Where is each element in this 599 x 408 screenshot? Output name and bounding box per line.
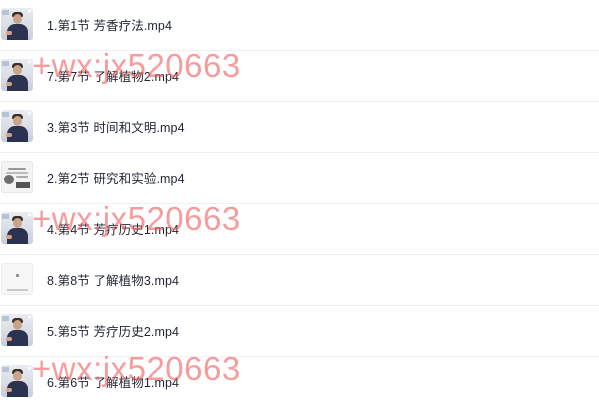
file-name[interactable]: 7.第7节 了解植物2.mp4 [47,66,179,85]
video-thumbnail[interactable] [1,161,33,193]
file-row[interactable]: 3.第3节 时间和文明.mp4 [0,102,599,153]
file-row[interactable]: 7.第7节 了解植物2.mp4 [0,51,599,102]
video-thumbnail[interactable] [1,59,33,91]
file-row[interactable]: 1.第1节 芳香疗法.mp4 [0,0,599,51]
file-row[interactable]: 6.第6节 了解植物1.mp4 [0,357,599,408]
file-name[interactable]: 5.第5节 芳疗历史2.mp4 [47,321,179,340]
file-row[interactable]: 4.第4节 芳疗历史1.mp4 [0,204,599,255]
file-list: 1.第1节 芳香疗法.mp4 7.第7节 了解植物2.mp4 3.第3节 时间和… [0,0,599,408]
video-thumbnail[interactable] [1,110,33,142]
file-name[interactable]: 1.第1节 芳香疗法.mp4 [47,15,172,34]
video-thumbnail[interactable] [1,263,33,295]
video-thumbnail[interactable] [1,314,33,346]
file-row[interactable]: 2.第2节 研究和实验.mp4 [0,153,599,204]
file-name[interactable]: 2.第2节 研究和实验.mp4 [47,168,185,187]
file-name[interactable]: 8.第8节 了解植物3.mp4 [47,270,179,289]
video-thumbnail[interactable] [1,212,33,244]
file-row[interactable]: 8.第8节 了解植物3.mp4 [0,255,599,306]
video-thumbnail[interactable] [1,8,33,40]
video-thumbnail[interactable] [1,365,33,397]
file-row[interactable]: 5.第5节 芳疗历史2.mp4 [0,306,599,357]
file-name[interactable]: 4.第4节 芳疗历史1.mp4 [47,219,179,238]
file-name[interactable]: 6.第6节 了解植物1.mp4 [47,372,179,391]
file-name[interactable]: 3.第3节 时间和文明.mp4 [47,117,185,136]
